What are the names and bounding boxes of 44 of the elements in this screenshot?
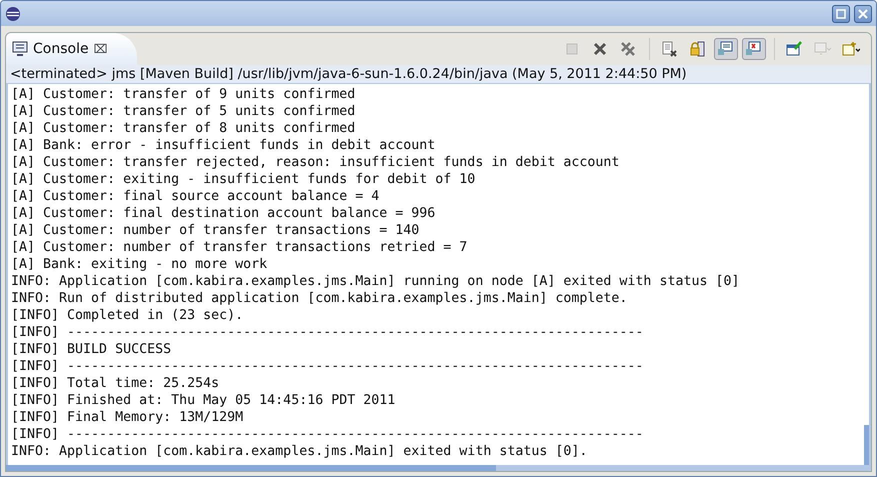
close-icon bbox=[858, 8, 868, 18]
monitor-icon bbox=[12, 41, 28, 57]
console-line: [A] Customer: transfer of 9 units confirmed bbox=[11, 86, 356, 103]
console-line: [INFO] ------------------------------------------------------------------------ bbox=[11, 426, 644, 443]
console-line: [INFO] ------------------------------------------------------------------------ bbox=[11, 324, 644, 341]
document-x-icon bbox=[661, 41, 679, 57]
console-line: [INFO] BUILD SUCCESS bbox=[11, 341, 172, 358]
close-button[interactable] bbox=[854, 4, 872, 22]
console-tab[interactable]: Console ⌧ bbox=[6, 33, 138, 65]
console-line: [INFO] Final Memory: 13M/129M bbox=[11, 409, 244, 426]
console-line: [A] Customer: final destination account balance = 996 bbox=[11, 205, 436, 222]
app-logo-icon bbox=[5, 6, 21, 22]
console-line: [INFO] Completed in (23 sec). bbox=[11, 307, 244, 324]
console-line: [INFO] Finished at: Thu May 05 14:45:16 PDT 2011 bbox=[11, 392, 396, 409]
console-line: [INFO] Total time: 25.254s bbox=[11, 375, 220, 392]
maximize-button[interactable] bbox=[832, 4, 850, 22]
console-line: [A] Customer: transfer of 5 units confirmed bbox=[11, 103, 356, 120]
scrollbar-thumb[interactable] bbox=[864, 425, 869, 465]
console-line: INFO: Run of distributed application [com.kabira.examples.jms.Main] complete. bbox=[11, 290, 628, 307]
stderr-button[interactable] bbox=[742, 38, 766, 60]
console-line: [A] Customer: transfer of 8 units confirmed bbox=[11, 120, 356, 137]
console-line: [A] Customer: number of transfer transactions retried = 7 bbox=[11, 239, 468, 256]
console-line: [A] Customer: number of transfer transactions = 140 bbox=[11, 222, 420, 239]
stdout-button[interactable] bbox=[714, 38, 738, 60]
console-line: INFO: Application [com.kabira.examples.jms.Main] exited with status [0]. bbox=[11, 443, 588, 460]
console-line: [A] Customer: transfer rejected, reason: insufficient funds in debit account bbox=[11, 154, 620, 171]
monitor-icon bbox=[814, 41, 832, 57]
window-pin-icon bbox=[786, 41, 804, 57]
monitor-icon bbox=[717, 41, 735, 57]
lock-icon bbox=[689, 41, 707, 57]
tab-label: Console bbox=[33, 41, 89, 57]
console-line: INFO: Application [com.kabira.examples.jms.Main] running on node [A] exited with status [0] bbox=[11, 273, 740, 290]
console-line: [INFO] ------------------------------------------------------------------------ bbox=[11, 358, 644, 375]
console-line: [A] Bank: exiting - no more work bbox=[11, 256, 268, 273]
close-tab-icon[interactable]: ⌧ bbox=[94, 42, 108, 56]
process-status: <terminated> jms [Maven Build] /usr/lib/jvm/java-6-sun-1.6.0.24/bin/java (May 5, 2011 2:44:50 PM) bbox=[6, 65, 871, 84]
console-line: [A] Customer: final source account balance = 4 bbox=[11, 188, 380, 205]
maximize-icon bbox=[836, 8, 846, 18]
scrollbar-thumb[interactable] bbox=[6, 465, 496, 471]
monitor-x-icon bbox=[745, 41, 763, 57]
double-x-icon bbox=[620, 41, 638, 57]
console-line: [A] Bank: error - insufficient funds in debit account bbox=[11, 137, 436, 154]
console-line: [A] Customer: exiting - insufficient funds for debit of 10 bbox=[11, 171, 476, 188]
new-window-icon bbox=[842, 41, 860, 57]
